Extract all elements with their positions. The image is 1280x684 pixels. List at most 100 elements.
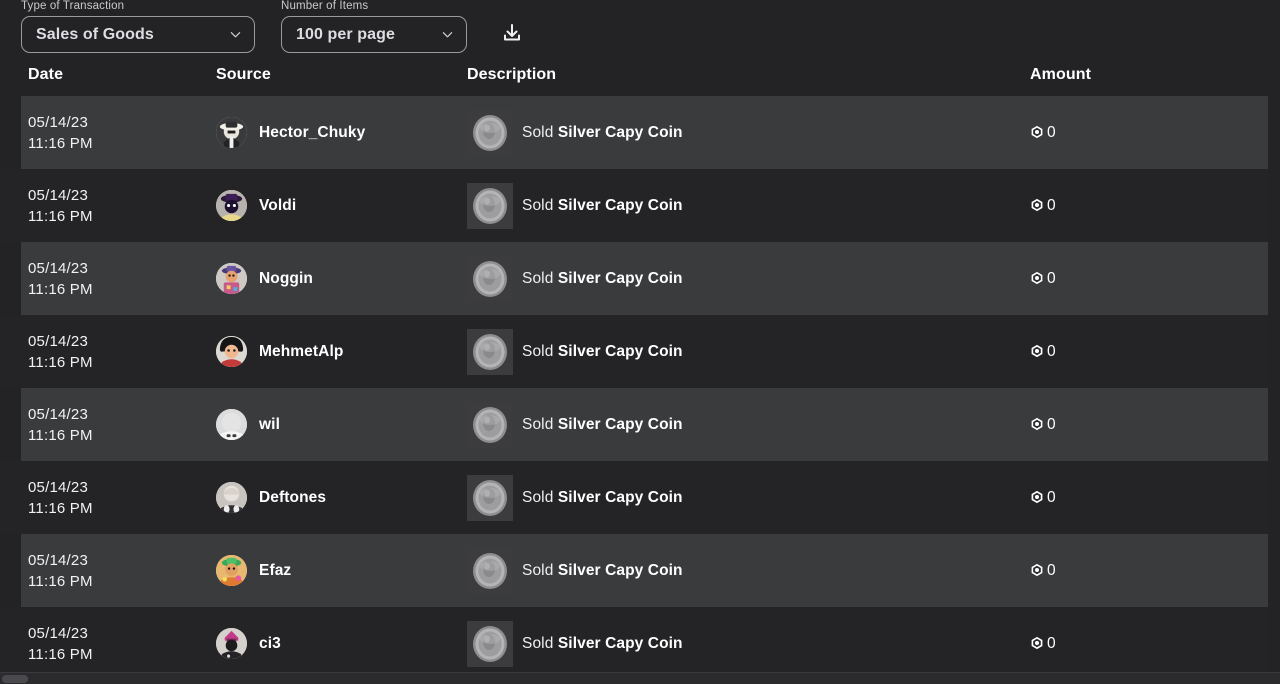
- amount-value: 0: [1047, 415, 1056, 433]
- cell-description[interactable]: Sold Silver Capy Coin: [467, 96, 1012, 169]
- robux-icon: [1030, 271, 1044, 285]
- transaction-time: 11:16 PM: [28, 645, 93, 663]
- source-username[interactable]: ci3: [259, 635, 281, 653]
- amount-value: 0: [1047, 269, 1056, 287]
- type-of-transaction-select[interactable]: Sales of Goods: [21, 16, 255, 53]
- robux-icon: [1030, 198, 1044, 212]
- cell-amount: 0: [1030, 315, 1250, 388]
- silver-capy-coin-thumbnail: [467, 182, 513, 229]
- description-verb: Sold: [522, 342, 558, 360]
- description-text: Sold Silver Capy Coin: [522, 635, 683, 653]
- silver-capy-coin-thumbnail: [467, 620, 513, 667]
- type-of-transaction-label: Type of Transaction: [21, 0, 125, 12]
- description-item-name: Silver Capy Coin: [557, 269, 683, 287]
- transaction-time: 11:16 PM: [28, 353, 93, 371]
- description-verb: Sold: [522, 123, 558, 141]
- source-username[interactable]: Voldi: [259, 197, 296, 215]
- transaction-time: 11:16 PM: [28, 207, 93, 225]
- avatar-efaz: [216, 555, 247, 586]
- number-of-items-label: Number of Items: [281, 0, 369, 12]
- description-item-name: Silver Capy Coin: [557, 342, 683, 360]
- cell-date: 05/14/23 11:16 PM: [28, 315, 198, 388]
- cell-amount: 0: [1030, 388, 1250, 461]
- cell-description[interactable]: Sold Silver Capy Coin: [467, 388, 1012, 461]
- source-username[interactable]: MehmetAlp: [259, 343, 343, 361]
- column-header-amount: Amount: [1030, 66, 1092, 83]
- amount-value: 0: [1047, 196, 1056, 214]
- download-button[interactable]: [495, 17, 529, 51]
- silver-capy-coin-thumbnail: [467, 547, 513, 594]
- description-text: Sold Silver Capy Coin: [522, 124, 683, 142]
- avatar-ci3: [216, 628, 247, 659]
- number-of-items-value: 100 per page: [296, 25, 396, 43]
- chevron-down-icon: [442, 29, 453, 40]
- horizontal-scrollbar-thumb[interactable]: [2, 675, 28, 683]
- table-row[interactable]: 05/14/23 11:16 PM ci3 Sold Silver Capy Coin…: [0, 607, 1280, 672]
- cell-amount: 0: [1030, 169, 1250, 242]
- robux-icon: [1030, 490, 1044, 504]
- table-row[interactable]: 05/14/23 11:16 PM wil Sold Silver Capy Coin…: [0, 388, 1280, 461]
- cell-source[interactable]: wil: [216, 388, 461, 461]
- avatar-wil: [216, 409, 247, 440]
- robux-icon: [1030, 563, 1044, 577]
- chevron-down-icon: [230, 29, 241, 40]
- description-item-name: Silver Capy Coin: [557, 415, 683, 433]
- description-item-name: Silver Capy Coin: [557, 488, 683, 506]
- cell-description[interactable]: Sold Silver Capy Coin: [467, 607, 1012, 672]
- filters-toolbar: Type of Transaction Sales of Goods Numbe…: [0, 0, 1280, 58]
- cell-date: 05/14/23 11:16 PM: [28, 169, 198, 242]
- cell-date: 05/14/23 11:16 PM: [28, 242, 198, 315]
- download-icon: [501, 22, 523, 47]
- table-row[interactable]: 05/14/23 11:16 PM Noggin Sold Silver Capy C…: [0, 242, 1280, 315]
- transaction-time: 11:16 PM: [28, 572, 93, 590]
- number-of-items-field: Number of Items 100 per page: [281, 0, 467, 53]
- source-username[interactable]: wil: [259, 416, 280, 434]
- description-item-name: Silver Capy Coin: [557, 561, 683, 579]
- cell-source[interactable]: MehmetAlp: [216, 315, 461, 388]
- amount-value: 0: [1047, 488, 1056, 506]
- source-username[interactable]: Efaz: [259, 562, 291, 580]
- cell-source[interactable]: ci3: [216, 607, 461, 672]
- cell-description[interactable]: Sold Silver Capy Coin: [467, 461, 1012, 534]
- transaction-date: 05/14/23: [28, 478, 88, 496]
- column-header-description: Description: [467, 66, 557, 83]
- silver-capy-coin-thumbnail: [467, 474, 513, 521]
- transaction-time: 11:16 PM: [28, 134, 93, 152]
- vertical-scrollbar[interactable]: [1268, 96, 1280, 672]
- transaction-date: 05/14/23: [28, 405, 88, 423]
- cell-amount: 0: [1030, 242, 1250, 315]
- number-of-items-select[interactable]: 100 per page: [281, 16, 467, 53]
- cell-amount: 0: [1030, 534, 1250, 607]
- cell-date: 05/14/23 11:16 PM: [28, 607, 198, 672]
- amount-value: 0: [1047, 123, 1056, 141]
- cell-description[interactable]: Sold Silver Capy Coin: [467, 534, 1012, 607]
- cell-date: 05/14/23 11:16 PM: [28, 461, 198, 534]
- description-text: Sold Silver Capy Coin: [522, 343, 683, 361]
- source-username[interactable]: Hector_Chuky: [259, 124, 365, 142]
- cell-date: 05/14/23 11:16 PM: [28, 388, 198, 461]
- column-header-source: Source: [216, 66, 271, 83]
- transaction-date: 05/14/23: [28, 332, 88, 350]
- cell-source[interactable]: Deftones: [216, 461, 461, 534]
- cell-description[interactable]: Sold Silver Capy Coin: [467, 242, 1012, 315]
- table-row[interactable]: 05/14/23 11:16 PM Deftones Sold Silver Capy…: [0, 461, 1280, 534]
- description-item-name: Silver Capy Coin: [557, 196, 683, 214]
- cell-description[interactable]: Sold Silver Capy Coin: [467, 315, 1012, 388]
- horizontal-scrollbar[interactable]: [0, 672, 1280, 684]
- table-row[interactable]: 05/14/23 11:16 PM Hector_Chuky Sold Silver …: [0, 96, 1280, 169]
- cell-source[interactable]: Efaz: [216, 534, 461, 607]
- cell-source[interactable]: Hector_Chuky: [216, 96, 461, 169]
- silver-capy-coin-thumbnail: [467, 109, 513, 156]
- table-header-row: Date Source Description Amount: [0, 58, 1280, 96]
- source-username[interactable]: Noggin: [259, 270, 313, 288]
- source-username[interactable]: Deftones: [259, 489, 326, 507]
- cell-description[interactable]: Sold Silver Capy Coin: [467, 169, 1012, 242]
- table-row[interactable]: 05/14/23 11:16 PM Voldi Sold Silver Capy Co…: [0, 169, 1280, 242]
- table-row[interactable]: 05/14/23 11:16 PM Efaz Sold Silver Capy Coi…: [0, 534, 1280, 607]
- description-verb: Sold: [522, 488, 558, 506]
- cell-source[interactable]: Noggin: [216, 242, 461, 315]
- cell-source[interactable]: Voldi: [216, 169, 461, 242]
- description-text: Sold Silver Capy Coin: [522, 489, 683, 507]
- transactions-table-body[interactable]: 05/14/23 11:16 PM Hector_Chuky Sold Silver …: [0, 96, 1280, 672]
- table-row[interactable]: 05/14/23 11:16 PM MehmetAlp Sold Silver Cap…: [0, 315, 1280, 388]
